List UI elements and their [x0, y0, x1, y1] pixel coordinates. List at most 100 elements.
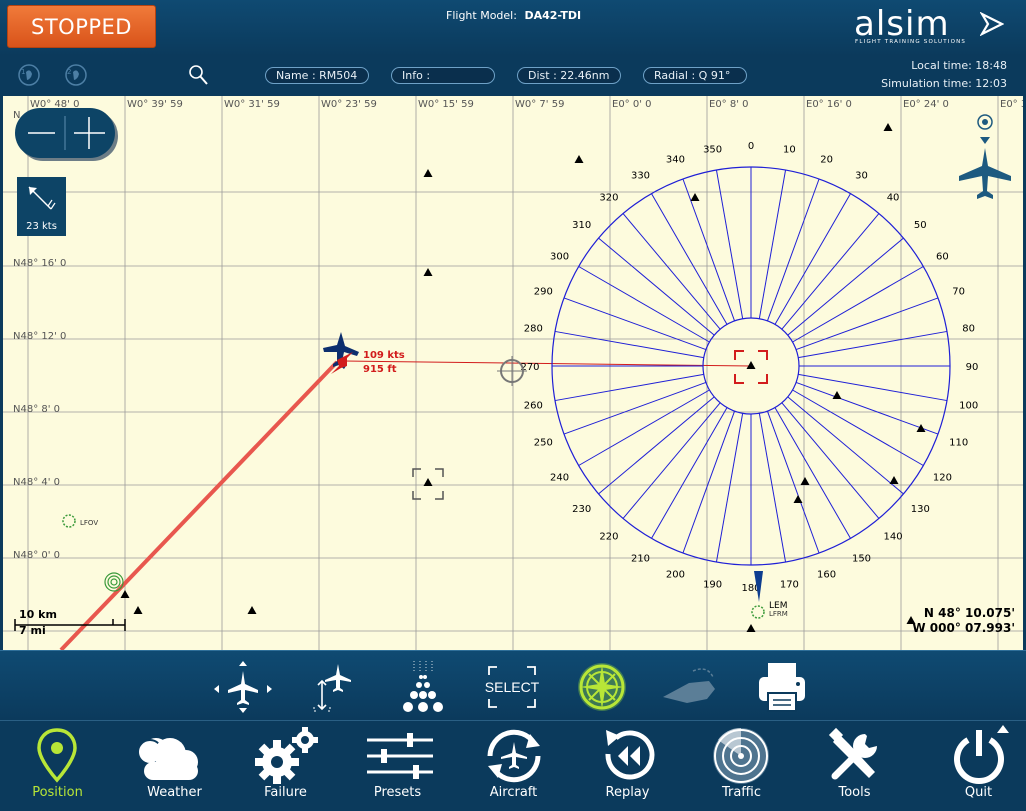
aircraft-reset-icon	[487, 729, 541, 783]
nav-presets[interactable]: Presets	[341, 721, 454, 811]
svg-text:2: 2	[67, 68, 71, 76]
vor-radial-label: 260	[524, 400, 543, 411]
vor-radial-spoke	[578, 266, 710, 343]
nav-replay[interactable]: Replay	[571, 721, 684, 811]
waypoint-triangle-icon[interactable]	[120, 590, 130, 598]
radial-field: Radial : Q 91°	[643, 67, 747, 84]
radar-icon	[713, 728, 769, 784]
waypoint-triangle-icon[interactable]	[133, 606, 143, 614]
vor-radial-label: 320	[599, 193, 618, 204]
nav-tools[interactable]: Tools	[798, 721, 911, 811]
lon-label: W0° 23' 59	[321, 99, 377, 110]
ndb-icon[interactable]	[110, 578, 118, 586]
nav-traffic[interactable]: Traffic	[685, 721, 798, 811]
wind-speed: 23 kts	[26, 221, 57, 232]
airport-lfov-icon[interactable]	[62, 514, 76, 528]
logo-subtext: FLIGHT TRAINING SOLUTIONS	[855, 39, 967, 45]
vor-radial-label: 340	[666, 154, 685, 165]
waypoint-triangle-icon[interactable]	[800, 477, 810, 485]
stopped-status-button[interactable]: STOPPED	[7, 5, 156, 48]
name-field[interactable]: Name : RM504	[265, 67, 369, 84]
vor-radial-spoke	[563, 381, 707, 435]
vor-radial-spoke	[774, 193, 851, 325]
vor-radial-label: 0	[748, 141, 754, 152]
vor-radial-spoke	[766, 178, 820, 322]
vor-radial-label: 160	[817, 570, 836, 581]
map-tool-row: SELECT	[0, 650, 1026, 720]
power-icon	[954, 730, 1004, 785]
waypoint-triangle-icon[interactable]	[690, 193, 700, 201]
nav-weather[interactable]: Weather	[118, 721, 231, 811]
vor-radial-label: 190	[703, 580, 722, 591]
lon-label: E0° 24' 0	[903, 99, 949, 110]
vor-radial-spoke	[651, 407, 728, 539]
vor-radial-label: 170	[780, 580, 799, 591]
nav-replay-label: Replay	[605, 785, 650, 800]
map-canvas[interactable]: W0° 48' 0 W0° 39' 59 W0° 31' 59 W0° 23' 59 W…	[3, 96, 1023, 650]
waypoint-triangle-icon[interactable]	[423, 169, 433, 177]
location-pin-icon	[37, 728, 77, 783]
pilot-2-icon[interactable]: 2	[63, 63, 89, 87]
zoom-icons	[28, 116, 105, 150]
nav-aircraft[interactable]: Aircraft	[457, 721, 570, 811]
vor-radial-label: 290	[534, 286, 553, 297]
lon-label: W0° 39' 59	[127, 99, 183, 110]
traffic-target-dot	[982, 119, 988, 125]
airport-lfrm-icon[interactable]	[751, 605, 765, 619]
runway-lights-icon[interactable]	[392, 659, 454, 715]
scale-mi: 7 mi	[19, 624, 46, 637]
vor-radial-label: 230	[572, 504, 591, 515]
print-icon[interactable]	[751, 659, 813, 715]
waypoint-triangle-icon[interactable]	[916, 424, 926, 432]
select-label: SELECT	[485, 679, 540, 695]
flight-track-line	[59, 360, 339, 650]
vor-radial-spoke	[578, 389, 710, 466]
vor-radial-spoke	[798, 330, 948, 359]
vor-radial-label: 20	[820, 154, 833, 165]
vor-radial-spoke	[682, 410, 736, 554]
nav-position-label: Position	[32, 785, 83, 800]
waypoint-triangle-icon[interactable]	[889, 476, 899, 484]
coord-lon: W 000° 07.993'	[912, 621, 1015, 635]
traffic-aircraft-icon[interactable]	[959, 148, 1011, 199]
select-tool-icon[interactable]: SELECT	[481, 659, 543, 715]
waypoint-triangle-icon[interactable]	[574, 155, 584, 163]
vor-radial-label: 130	[911, 504, 930, 515]
compass-rose-icon[interactable]	[571, 659, 633, 715]
waypoint-triangle-icon[interactable]	[793, 495, 803, 503]
vor-radial-label: 80	[962, 324, 975, 335]
lon-label: W0° 15' 59	[418, 99, 474, 110]
waypoint-triangle-icon[interactable]	[423, 478, 433, 486]
bottom-nav: Position Weather Failure Presets Aircraf…	[0, 720, 1026, 811]
expand-caret-icon[interactable]	[996, 724, 1010, 734]
pilot-1-icon[interactable]: 1	[16, 63, 42, 87]
reposition-altitude-icon[interactable]	[306, 659, 368, 715]
alsim-logo: alsim FLIGHT TRAINING SOLUTIONS	[852, 4, 1012, 48]
wind-indicator: 23 kts	[17, 177, 66, 236]
lon-label: E0° 8' 0	[709, 99, 749, 110]
waypoint-triangle-icon[interactable]	[883, 123, 893, 131]
nav-weather-label: Weather	[147, 785, 202, 800]
vor-radial-spoke	[774, 407, 851, 539]
waypoint-triangle-icon[interactable]	[423, 268, 433, 276]
navigation-map[interactable]: W0° 48' 0 W0° 39' 59 W0° 31' 59 W0° 23' 59 W…	[3, 96, 1023, 650]
search-icon[interactable]	[186, 63, 212, 87]
nav-failure[interactable]: Failure	[229, 721, 342, 811]
simulator-map-screen: STOPPED Flight Model: DA42-TDI alsim FLI…	[0, 0, 1026, 811]
move-aircraft-icon[interactable]	[212, 659, 274, 715]
vor-radial-spoke	[554, 373, 704, 402]
simulation-time: Simulation time: 12:03	[881, 77, 1007, 90]
vor-radial-label: 10	[783, 144, 796, 155]
waypoint-triangle-icon[interactable]	[746, 624, 756, 632]
waypoint-triangle-icon[interactable]	[746, 361, 756, 369]
vor-radial-spoke	[554, 330, 704, 359]
nav-quit[interactable]: Quit	[922, 721, 1026, 811]
vor-radial-label: 100	[959, 400, 978, 411]
waypoint-triangle-icon[interactable]	[832, 391, 842, 399]
svg-text:1: 1	[21, 68, 25, 76]
lat-label: N48° 4' 0	[13, 477, 60, 488]
info-field[interactable]: Info :	[391, 67, 495, 84]
waypoint-triangle-icon[interactable]	[247, 606, 257, 614]
nav-position[interactable]: Position	[1, 721, 114, 811]
ndb-icon[interactable]	[107, 575, 121, 589]
